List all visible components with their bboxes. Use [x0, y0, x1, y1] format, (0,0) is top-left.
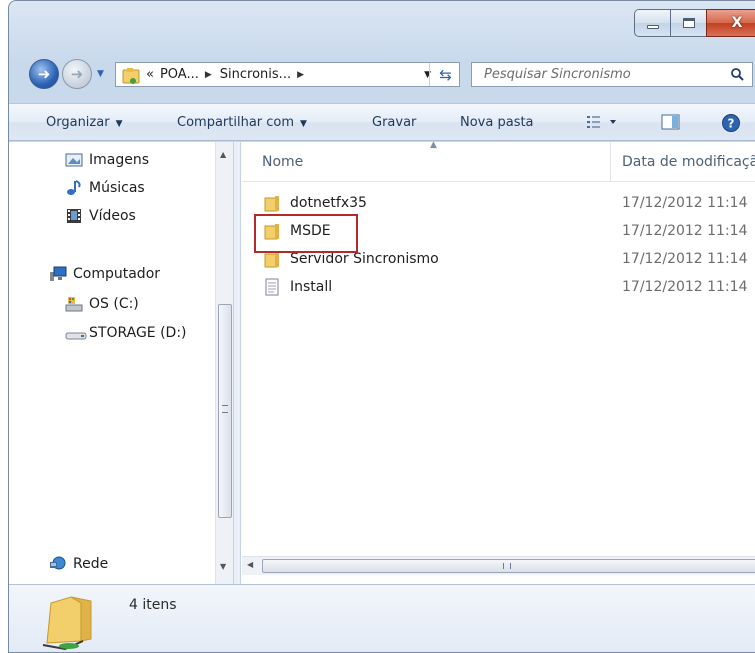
sidebar-item-os-c[interactable]: OS (C:): [65, 296, 139, 312]
caption-buttons: X: [634, 9, 755, 39]
new-folder-button[interactable]: Nova pasta: [460, 115, 534, 130]
item-count: 4 itens: [129, 597, 177, 613]
chevron-down-icon: ▼: [300, 119, 307, 129]
help-button[interactable]: ?: [721, 113, 741, 137]
column-header-row: ▲ Nome Data de modificaçã: [242, 140, 755, 182]
grip-icon: [503, 563, 511, 569]
address-overflow[interactable]: «: [146, 67, 154, 82]
sidebar-item-label: Músicas: [89, 180, 145, 196]
sidebar-item-label: Rede: [73, 556, 109, 572]
organize-label: Organizar: [46, 115, 110, 130]
refresh-icon: ⇆: [439, 65, 452, 84]
share-menu[interactable]: Compartilhar com ▼: [177, 115, 307, 130]
share-label: Compartilhar com: [177, 115, 295, 130]
grip-icon: [222, 405, 228, 413]
refresh-button[interactable]: ⇆: [429, 63, 461, 86]
sidebar-item-videos[interactable]: Vídeos: [65, 208, 136, 224]
network-icon: [49, 556, 67, 572]
forward-arrow-icon: ➜: [70, 65, 84, 83]
sidebar-item-rede[interactable]: Rede: [49, 556, 108, 572]
burn-label: Gravar: [372, 115, 417, 130]
sidebar-item-computador[interactable]: Computador: [49, 266, 160, 282]
preview-pane-icon: [661, 114, 680, 130]
scrollbar-thumb[interactable]: [262, 559, 755, 573]
pictures-icon: [65, 152, 83, 168]
pane-splitter[interactable]: [233, 142, 241, 584]
search-icon[interactable]: [730, 67, 744, 81]
videos-icon: [65, 208, 83, 224]
address-bar[interactable]: « POA... ▶ Sincronis... ▶ ▼: [115, 62, 460, 87]
file-name: dotnetfx35: [290, 195, 367, 211]
details-pane: 4 itens: [9, 584, 755, 652]
content-area: Imagens Músicas Vídeos Computador OS (C:…: [9, 140, 755, 584]
file-date: 17/12/2012 11:14: [622, 195, 748, 211]
breadcrumb-sincronismo[interactable]: Sincronis...: [220, 67, 291, 82]
sidebar-item-label: Vídeos: [89, 208, 136, 224]
scrollbar-thumb[interactable]: [218, 304, 232, 518]
sidebar-item-label: Imagens: [89, 152, 150, 168]
column-header-name[interactable]: Nome: [262, 154, 303, 170]
highlight-box: [254, 214, 358, 253]
scroll-down-arrow-icon[interactable]: ▼: [220, 562, 226, 571]
breadcrumb-poa[interactable]: POA...: [160, 67, 199, 82]
file-name: Servidor Sincronismo: [290, 251, 439, 267]
file-row-dotnetfx35[interactable]: dotnetfx35 17/12/2012 11:14: [242, 189, 755, 217]
column-divider[interactable]: [610, 142, 611, 182]
search-input[interactable]: Pesquisar Sincronismo: [471, 62, 753, 87]
horizontal-scrollbar[interactable]: ◀ ▶: [242, 556, 755, 575]
command-bar: Organizar ▼ Compartilhar com ▼ Gravar Nova…: [9, 103, 755, 141]
folder-icon: [264, 196, 279, 212]
file-row-install[interactable]: Install 17/12/2012 11:14: [242, 273, 755, 301]
folder-large-icon: [42, 596, 92, 651]
sidebar-item-label: STORAGE (D:): [89, 325, 187, 341]
sidebar-item-label: OS (C:): [89, 296, 139, 312]
explorer-window: X ➜ ➜ ▼ « POA... ▶ Sincronis... ▶ ▼ ⇆ Pe…: [8, 0, 755, 653]
drive-c-icon: [65, 296, 83, 312]
file-name: Install: [290, 279, 333, 295]
music-icon: [65, 180, 83, 196]
sidebar-item-label: Computador: [73, 266, 161, 282]
sidebar-item-imagens[interactable]: Imagens: [65, 152, 149, 168]
search-placeholder: Pesquisar Sincronismo: [484, 67, 631, 82]
chevron-right-icon[interactable]: ▶: [205, 70, 212, 80]
back-button[interactable]: ➜: [29, 59, 59, 89]
minimize-icon: [646, 25, 659, 29]
column-header-date[interactable]: Data de modificaçã: [622, 154, 755, 170]
scroll-left-arrow-icon[interactable]: ◀: [247, 560, 253, 569]
sidebar-item-storage-d[interactable]: STORAGE (D:): [65, 325, 187, 341]
file-date: 17/12/2012 11:14: [622, 251, 748, 267]
navigation-bar: ➜ ➜ ▼ « POA... ▶ Sincronis... ▶ ▼ ⇆ Pesq…: [9, 57, 755, 93]
minimize-button[interactable]: [634, 9, 670, 37]
svg-text:?: ?: [728, 117, 735, 131]
close-button[interactable]: X: [706, 9, 755, 37]
chevron-right-icon[interactable]: ▶: [297, 70, 304, 80]
file-list: ▲ Nome Data de modificaçã dotnetfx35 17/…: [242, 140, 755, 584]
folder-icon: [122, 67, 140, 84]
file-date: 17/12/2012 11:14: [622, 223, 748, 239]
organize-menu[interactable]: Organizar ▼: [46, 115, 122, 130]
navigation-scrollbar[interactable]: ▲ ▼: [215, 142, 233, 584]
new-folder-label: Nova pasta: [460, 115, 534, 130]
computer-icon: [49, 266, 67, 282]
help-icon: ?: [722, 114, 740, 132]
back-arrow-icon: ➜: [37, 65, 51, 83]
burn-button[interactable]: Gravar: [372, 115, 416, 130]
preview-pane-button[interactable]: [661, 113, 681, 135]
view-list-icon: [587, 116, 616, 128]
text-file-icon: [265, 278, 279, 296]
close-icon: X: [731, 15, 743, 31]
drive-d-icon: [65, 325, 87, 341]
scroll-up-arrow-icon[interactable]: ▲: [220, 150, 226, 159]
sort-ascending-icon: ▲: [430, 140, 437, 150]
file-date: 17/12/2012 11:14: [622, 279, 748, 295]
chevron-down-icon: ▼: [115, 119, 123, 129]
maximize-icon: [682, 18, 695, 28]
navigation-pane: Imagens Músicas Vídeos Computador OS (C:…: [9, 142, 241, 584]
forward-button[interactable]: ➜: [62, 59, 92, 89]
sidebar-item-musicas[interactable]: Músicas: [65, 180, 145, 196]
view-options-button[interactable]: [586, 113, 620, 135]
recent-pages-dropdown[interactable]: ▼: [97, 69, 107, 79]
maximize-button[interactable]: [670, 9, 706, 37]
